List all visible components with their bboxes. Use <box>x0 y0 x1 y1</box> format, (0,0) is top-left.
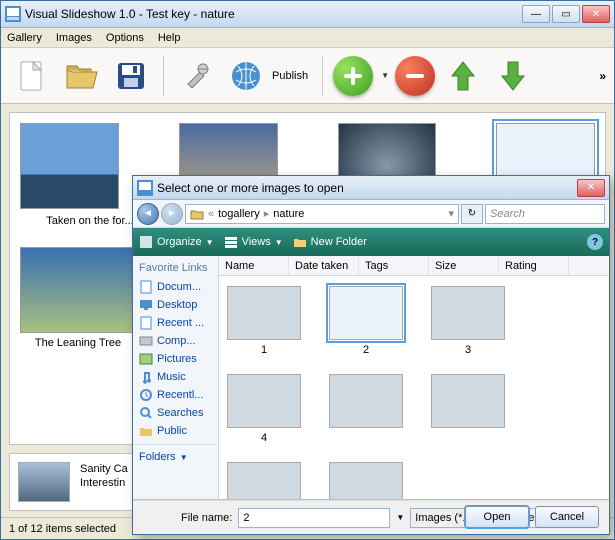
new-folder-button[interactable]: New Folder <box>293 235 367 249</box>
move-up-button[interactable] <box>441 54 485 98</box>
back-button[interactable]: ◄ <box>137 203 159 225</box>
main-title: Visual Slideshow 1.0 - Test key - nature <box>25 7 522 21</box>
fav-public[interactable]: Public <box>135 422 216 440</box>
toolbar-overflow[interactable]: » <box>599 69 606 83</box>
publish-label: Publish <box>272 70 308 82</box>
filename-input[interactable] <box>238 508 390 528</box>
separator <box>322 56 323 96</box>
refresh-button[interactable]: ↻ <box>461 204 483 224</box>
fav-searches[interactable]: Searches <box>135 404 216 422</box>
dialog-title: Select one or more images to open <box>157 181 577 195</box>
views-icon <box>224 235 238 249</box>
thumbnail-grid: 1 2 3 4 <box>219 276 609 499</box>
add-dropdown[interactable]: ▼ <box>381 71 389 80</box>
main-titlebar: Visual Slideshow 1.0 - Test key - nature… <box>1 1 614 28</box>
new-button[interactable] <box>9 54 53 98</box>
separator <box>163 56 164 96</box>
fav-documents[interactable]: Docum... <box>135 278 216 296</box>
file-item[interactable]: 4 <box>227 374 301 444</box>
maximize-button[interactable]: ▭ <box>552 5 580 23</box>
address-bar: ◄ ► « togallery ▸ nature ▾ ↻ Search <box>133 200 609 228</box>
favorites-panel: Favorite Links Docum... Desktop Recent .… <box>133 256 219 499</box>
menu-images[interactable]: Images <box>56 32 92 44</box>
breadcrumb[interactable]: « togallery ▸ nature ▾ <box>185 204 459 224</box>
file-open-dialog: Select one or more images to open ✕ ◄ ► … <box>132 175 610 535</box>
dialog-body: Favorite Links Docum... Desktop Recent .… <box>133 256 609 500</box>
app-icon <box>137 180 153 196</box>
add-button[interactable] <box>333 56 373 96</box>
file-list: Name Date taken Tags Size Rating 1 2 3 4 <box>219 256 609 499</box>
fav-music[interactable]: Music <box>135 368 216 386</box>
folders-toggle[interactable]: Folders▼ <box>135 444 216 465</box>
file-item-selected[interactable]: 2 <box>329 286 403 356</box>
col-date[interactable]: Date taken <box>289 256 359 275</box>
dialog-titlebar: Select one or more images to open ✕ <box>133 176 609 200</box>
remove-button[interactable] <box>395 56 435 96</box>
col-name[interactable]: Name <box>219 256 289 275</box>
file-item[interactable] <box>431 374 505 444</box>
caption: The Leaning Tree <box>35 337 121 349</box>
detail-line: Sanity Ca <box>80 462 128 476</box>
dialog-toolbar: Organize▼ Views▼ New Folder ? <box>133 228 609 256</box>
file-item[interactable]: 3 <box>431 286 505 356</box>
move-down-button[interactable] <box>491 54 535 98</box>
col-rating[interactable]: Rating <box>499 256 569 275</box>
dialog-close-button[interactable]: ✕ <box>577 179 605 197</box>
toolbar: Publish ▼ » <box>1 48 614 104</box>
thumbnail[interactable] <box>20 247 136 333</box>
col-size[interactable]: Size <box>429 256 499 275</box>
folder-icon <box>293 235 307 249</box>
fav-computer[interactable]: Comp... <box>135 332 216 350</box>
close-button[interactable]: ✕ <box>582 5 610 23</box>
filename-dropdown[interactable]: ▼ <box>396 513 404 522</box>
file-item[interactable] <box>329 374 403 444</box>
organize-button[interactable]: Organize▼ <box>139 235 214 249</box>
menu-gallery[interactable]: Gallery <box>7 32 42 44</box>
favorites-title: Favorite Links <box>135 260 216 278</box>
window-controls: — ▭ ✕ <box>522 5 610 23</box>
cancel-button[interactable]: Cancel <box>535 506 599 528</box>
menubar: Gallery Images Options Help <box>1 28 614 48</box>
open-button[interactable]: Open <box>465 506 529 528</box>
fav-recent[interactable]: Recent ... <box>135 314 216 332</box>
detail-line: Interestin <box>80 476 128 490</box>
breadcrumb-segment[interactable]: nature <box>273 208 304 220</box>
col-tags[interactable]: Tags <box>359 256 429 275</box>
thumbnail[interactable] <box>20 123 119 209</box>
file-item[interactable] <box>227 462 301 499</box>
publish-button[interactable] <box>224 54 268 98</box>
file-item[interactable] <box>329 462 403 499</box>
fav-desktop[interactable]: Desktop <box>135 296 216 314</box>
breadcrumb-segment[interactable]: togallery <box>218 208 260 220</box>
detail-thumbnail <box>18 462 70 502</box>
open-button[interactable] <box>59 54 103 98</box>
status-text: 1 of 12 items selected <box>9 523 116 535</box>
fav-recently[interactable]: Recentl... <box>135 386 216 404</box>
search-input[interactable]: Search <box>485 204 605 224</box>
column-headers: Name Date taken Tags Size Rating <box>219 256 609 276</box>
fav-pictures[interactable]: Pictures <box>135 350 216 368</box>
views-button[interactable]: Views▼ <box>224 235 283 249</box>
app-icon <box>5 6 21 22</box>
menu-help[interactable]: Help <box>158 32 181 44</box>
settings-button[interactable] <box>174 54 218 98</box>
file-item[interactable]: 1 <box>227 286 301 356</box>
minimize-button[interactable]: — <box>522 5 550 23</box>
help-button[interactable]: ? <box>587 234 603 250</box>
menu-options[interactable]: Options <box>106 32 144 44</box>
filename-label: File name: <box>181 512 232 524</box>
folder-icon <box>190 207 204 221</box>
organize-icon <box>139 235 153 249</box>
forward-button[interactable]: ► <box>161 203 183 225</box>
save-button[interactable] <box>109 54 153 98</box>
detail-text: Sanity Ca Interestin <box>80 462 128 491</box>
